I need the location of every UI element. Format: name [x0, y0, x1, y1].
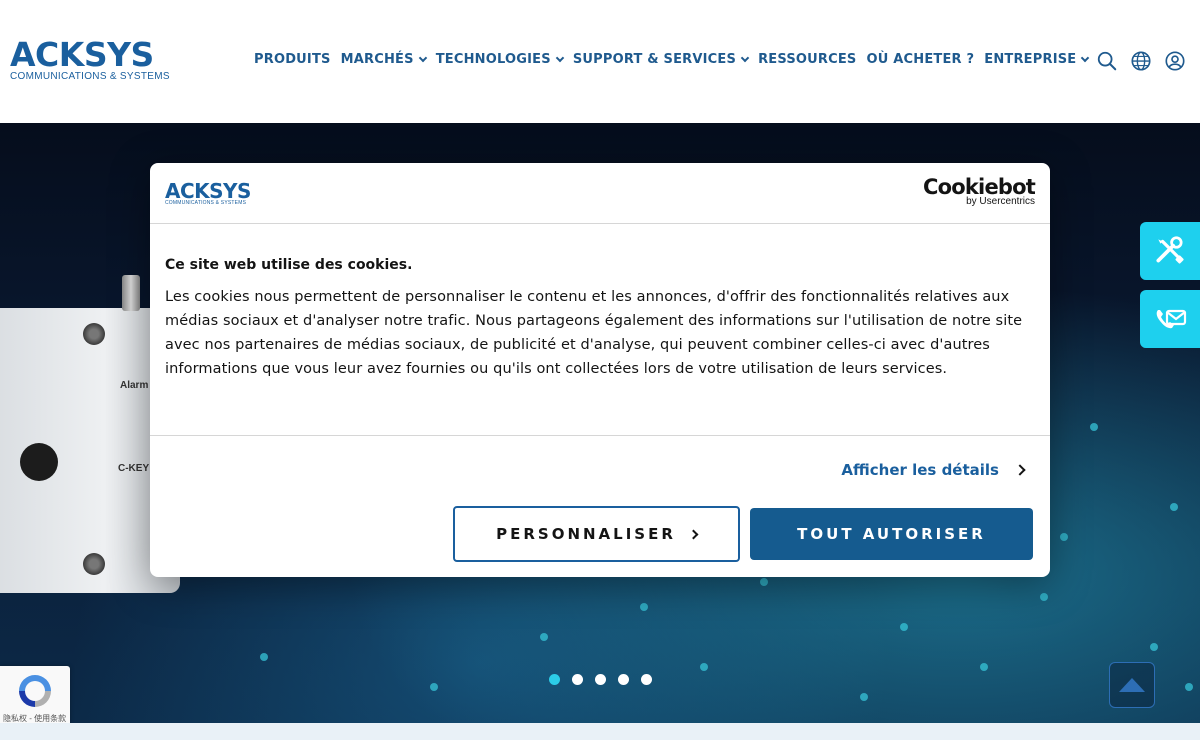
chevron-down-icon: [740, 53, 750, 62]
show-details-label: Afficher les détails: [841, 461, 999, 479]
show-details-link[interactable]: Afficher les détails: [841, 461, 1026, 479]
dialog-title: Ce site web utilise des cookies.: [165, 257, 413, 273]
nav-label: RESSOURCES: [758, 52, 857, 67]
accept-all-label: TOUT AUTORISER: [797, 525, 986, 543]
dialog-body: Ce site web utilise des cookies. Les coo…: [150, 224, 1050, 436]
triangle-up-icon: [1119, 678, 1145, 692]
recaptcha-badge[interactable]: 隐私权 - 使用条款: [0, 666, 70, 726]
device-label-alarm: Alarm: [120, 380, 149, 391]
phone-mail-icon: [1156, 309, 1187, 329]
scroll-to-top-button[interactable]: [1109, 662, 1155, 708]
chevron-down-icon: [555, 53, 565, 62]
logo-tagline: COMMUNICATIONS & SYSTEMS: [10, 71, 170, 82]
nav-technologies[interactable]: TECHNOLOGIES: [435, 52, 565, 67]
contact-button[interactable]: [1140, 290, 1200, 348]
screw: [83, 553, 105, 575]
nav-label: OÙ ACHETER ?: [866, 52, 975, 67]
header-icons: [1096, 50, 1186, 72]
nav-ou-acheter[interactable]: OÙ ACHETER ?: [867, 52, 975, 67]
cookiebot-wordmark: Cookiebot: [923, 175, 1036, 199]
chevron-right-icon: [688, 529, 699, 539]
nav-support-services[interactable]: SUPPORT & SERVICES: [572, 52, 750, 67]
nav-label: MARCHÉS: [340, 52, 414, 67]
accept-all-button[interactable]: TOUT AUTORISER: [750, 508, 1033, 560]
nav-label: ENTREPRISE: [984, 52, 1077, 67]
nav-produits[interactable]: PRODUITS: [254, 52, 331, 67]
carousel-dot[interactable]: [595, 674, 606, 685]
tools-icon: [1156, 236, 1184, 264]
dialog-description: Les cookies nous permettent de personnal…: [165, 289, 1023, 377]
page-section-strip: [0, 723, 1200, 740]
chevron-down-icon: [1081, 53, 1090, 62]
carousel-dot[interactable]: [641, 674, 652, 685]
dialog-acksys-logo: ACKSYS COMMUNICATIONS & SYSTEMS: [165, 179, 251, 206]
customize-button[interactable]: PERSONNALISER: [453, 506, 740, 562]
logo-wordmark: ACKSYS: [10, 35, 154, 74]
carousel-dots: [549, 674, 652, 685]
nav-label: SUPPORT & SERVICES: [572, 52, 737, 67]
chevron-right-icon: [1014, 464, 1026, 476]
support-tools-button[interactable]: [1140, 222, 1200, 280]
globe-icon[interactable]: [1130, 50, 1152, 72]
dialog-logo-wordmark: ACKSYS: [165, 179, 251, 203]
carousel-dot[interactable]: [572, 674, 583, 685]
connector-knob: [20, 443, 58, 481]
nav-entreprise[interactable]: ENTREPRISE: [984, 52, 1090, 67]
carousel-dot[interactable]: [618, 674, 629, 685]
recaptcha-icon: [19, 675, 51, 707]
search-icon[interactable]: [1096, 50, 1118, 72]
main-nav: PRODUITS MARCHÉS TECHNOLOGIES SUPPORT & …: [254, 52, 1098, 67]
nav-label: TECHNOLOGIES: [435, 52, 551, 67]
nav-ressources[interactable]: RESSOURCES: [758, 52, 856, 67]
user-icon[interactable]: [1164, 50, 1186, 72]
screw: [83, 323, 105, 345]
carousel-dot[interactable]: [549, 674, 560, 685]
dialog-header: ACKSYS COMMUNICATIONS & SYSTEMS Cookiebo…: [150, 163, 1050, 224]
cookiebot-logo[interactable]: Cookiebot by Usercentrics: [923, 175, 1036, 207]
customize-label: PERSONNALISER: [496, 525, 676, 543]
dialog-logo-tagline: COMMUNICATIONS & SYSTEMS: [165, 200, 247, 206]
cookie-consent-dialog: ACKSYS COMMUNICATIONS & SYSTEMS Cookiebo…: [150, 163, 1050, 577]
device-antenna: [122, 275, 140, 311]
acksys-logo[interactable]: ACKSYS COMMUNICATIONS & SYSTEMS: [10, 35, 170, 82]
device-label-ckey: C-KEY: [118, 463, 150, 474]
site-header: ACKSYS COMMUNICATIONS & SYSTEMS PRODUITS…: [0, 0, 1200, 123]
nav-marches[interactable]: MARCHÉS: [340, 52, 427, 67]
nav-label: PRODUITS: [254, 52, 331, 67]
chevron-down-icon: [418, 53, 427, 62]
